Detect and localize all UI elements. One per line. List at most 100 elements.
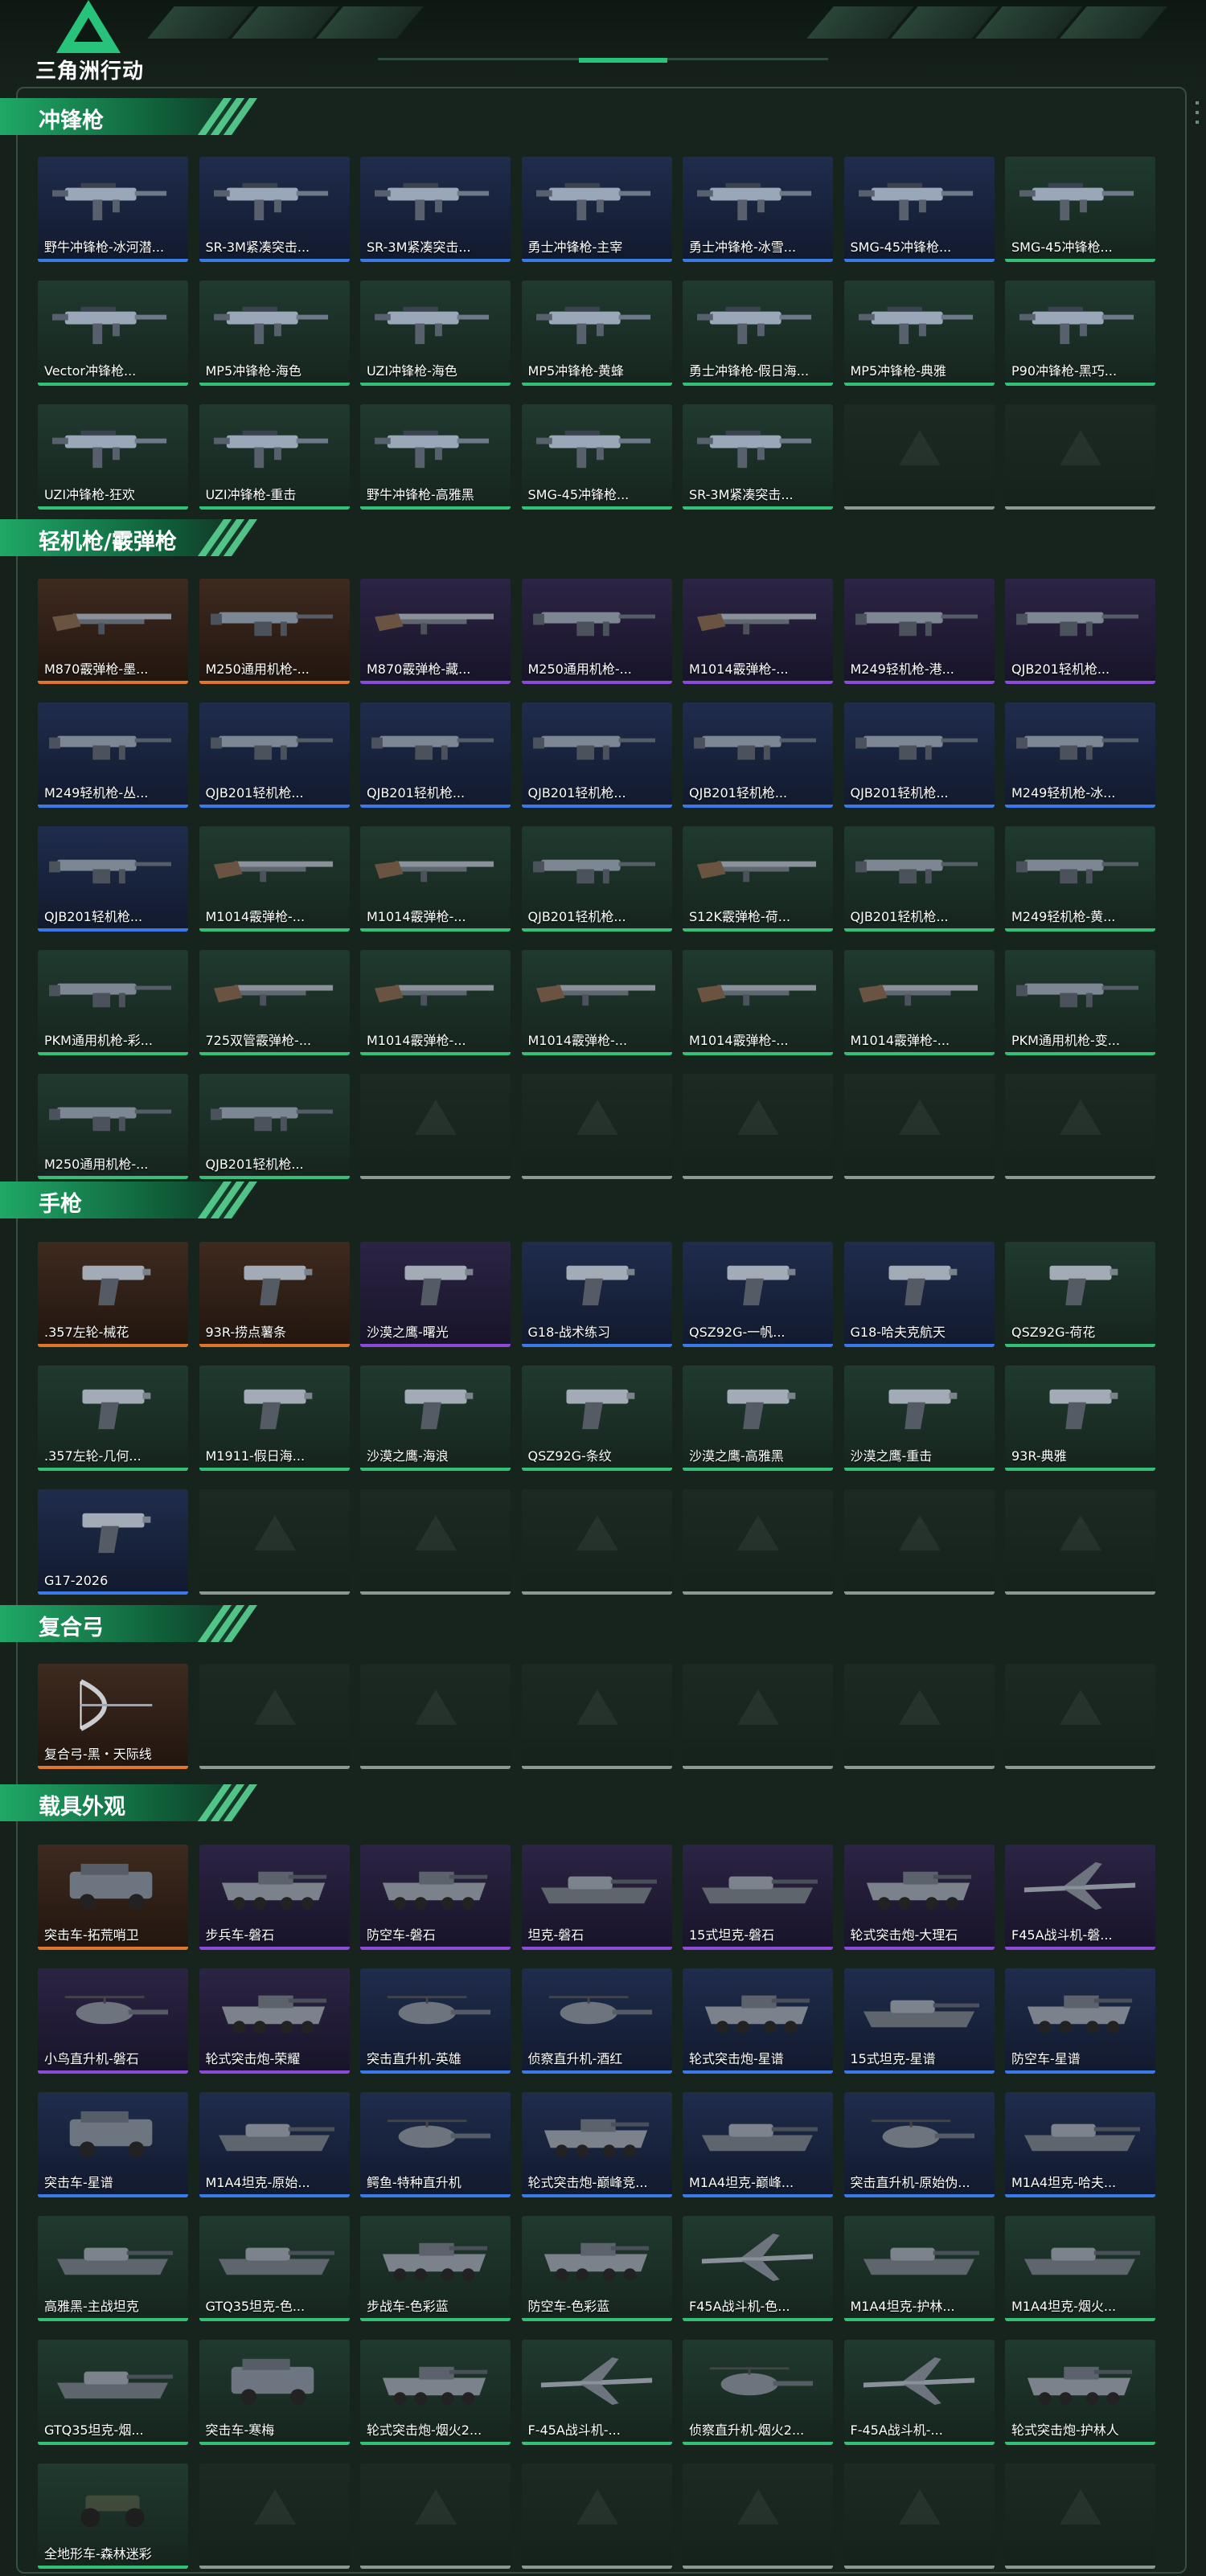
item-card[interactable]: 15式坦克-磐石 (683, 1845, 833, 1950)
item-card[interactable]: 复合弓-黑・天际线 (38, 1664, 188, 1769)
item-card[interactable]: MP5冲锋枪-典雅 (843, 281, 995, 386)
item-card[interactable]: 防空车-色彩蓝 (521, 2216, 672, 2321)
item-card[interactable]: QJB201轻机枪... (1005, 579, 1155, 684)
item-card[interactable]: SMG-45冲锋枪... (843, 157, 995, 262)
item-card[interactable]: Vector冲锋枪... (38, 281, 188, 386)
item-card[interactable]: M1014霰弹枪-... (683, 579, 833, 684)
item-card[interactable]: 小鸟直升机-磐石 (38, 1968, 188, 2074)
item-card[interactable]: F-45A战斗机-... (521, 2340, 672, 2445)
item-card[interactable]: PKM通用机枪-彩... (38, 950, 188, 1055)
item-card[interactable]: QSZ92G-荷花 (1005, 1242, 1155, 1347)
item-card[interactable]: PKM通用机枪-变... (1005, 950, 1155, 1055)
item-card[interactable]: .357左轮-械花 (38, 1242, 188, 1347)
item-card[interactable]: 沙漠之鹰-曙光 (360, 1242, 511, 1347)
item-card[interactable]: M249轻机枪-港... (843, 579, 995, 684)
item-card[interactable]: QJB201轻机枪... (683, 702, 833, 808)
item-card[interactable]: 防空车-磐石 (360, 1845, 511, 1950)
item-card[interactable]: 勇士冲锋枪-冰雪... (683, 157, 833, 262)
item-card[interactable]: F-45A战斗机-... (843, 2340, 995, 2445)
item-card[interactable]: SMG-45冲锋枪... (1005, 157, 1155, 262)
item-card[interactable]: 步兵车-磐石 (199, 1845, 350, 1950)
item-card[interactable]: QSZ92G-条纹 (521, 1366, 672, 1471)
item-card[interactable]: QJB201轻机枪... (199, 702, 350, 808)
item-card[interactable]: QJB201轻机枪... (843, 702, 995, 808)
item-card[interactable]: 侦察直升机-烟火2... (683, 2340, 833, 2445)
item-card[interactable]: GTQ35坦克-色... (199, 2216, 350, 2321)
item-card[interactable]: QJB201轻机枪... (199, 1074, 350, 1179)
item-card[interactable]: QJB201轻机枪... (521, 826, 672, 932)
item-card[interactable]: 突击车-星谱 (38, 2092, 188, 2197)
item-card[interactable]: M1014霰弹枪-... (199, 826, 350, 932)
item-card[interactable]: QJB201轻机枪... (360, 702, 511, 808)
item-card[interactable]: 鳄鱼-特种直升机 (360, 2092, 511, 2197)
item-card[interactable]: QJB201轻机枪... (843, 826, 995, 932)
item-card[interactable]: 突击车-寒梅 (199, 2340, 350, 2445)
item-card[interactable]: UZI冲锋枪-狂欢 (38, 404, 188, 510)
item-card[interactable]: 93R-典雅 (1005, 1366, 1155, 1471)
item-card[interactable]: 防空车-星谱 (1005, 1968, 1155, 2074)
item-card[interactable]: 15式坦克-星谱 (843, 1968, 995, 2074)
item-card[interactable]: 轮式突击炮-大理石 (843, 1845, 995, 1950)
item-card[interactable]: 轮式突击炮-烟火2... (360, 2340, 511, 2445)
item-card[interactable]: SR-3M紧凑突击... (683, 404, 833, 510)
item-card[interactable]: 步战车-色彩蓝 (360, 2216, 511, 2321)
item-card[interactable]: M1014霰弹枪-... (360, 950, 511, 1055)
item-card[interactable]: M249轻机枪-冰... (1005, 702, 1155, 808)
item-card[interactable]: M250通用机枪-... (199, 579, 350, 684)
item-card[interactable]: SR-3M紧凑突击... (360, 157, 511, 262)
item-card[interactable]: 野牛冲锋枪-冰河潜... (38, 157, 188, 262)
item-card[interactable]: SMG-45冲锋枪... (521, 404, 672, 510)
item-card[interactable]: G18-战术练习 (521, 1242, 672, 1347)
item-card[interactable]: 沙漠之鹰-海浪 (360, 1366, 511, 1471)
item-card[interactable]: M870霰弹枪-墨... (38, 579, 188, 684)
item-card[interactable]: MP5冲锋枪-海色 (199, 281, 350, 386)
item-card[interactable]: 坦克-磐石 (521, 1845, 672, 1950)
item-card[interactable]: P90冲锋枪-黑巧... (1005, 281, 1155, 386)
item-card[interactable]: S12K霰弹枪-荷... (683, 826, 833, 932)
item-card[interactable]: M1014霰弹枪-... (360, 826, 511, 932)
item-card[interactable]: M1A4坦克-烟火... (1005, 2216, 1155, 2321)
item-card[interactable]: 突击直升机-原始伪... (843, 2092, 995, 2197)
item-card[interactable]: MP5冲锋枪-黄蜂 (521, 281, 672, 386)
item-card[interactable]: 突击直升机-英雄 (360, 1968, 511, 2074)
item-card[interactable]: M1A4坦克-原始... (199, 2092, 350, 2197)
item-card[interactable]: 轮式突击炮-荣耀 (199, 1968, 350, 2074)
item-card[interactable]: QJB201轻机枪... (521, 702, 672, 808)
item-card[interactable]: G18-哈夫克航天 (843, 1242, 995, 1347)
item-card[interactable]: M1014霰弹枪-... (521, 950, 672, 1055)
item-card[interactable]: 93R-捞点薯条 (199, 1242, 350, 1347)
item-card[interactable]: 突击车-拓荒哨卫 (38, 1845, 188, 1950)
item-card[interactable]: F45A战斗机-磐... (1005, 1845, 1155, 1950)
item-card[interactable]: M1A4坦克-哈夫... (1005, 2092, 1155, 2197)
item-card[interactable]: M1A4坦克-巅峰... (683, 2092, 833, 2197)
item-card[interactable]: QJB201轻机枪... (38, 826, 188, 932)
item-card[interactable]: M249轻机枪-丛... (38, 702, 188, 808)
item-card[interactable]: 勇士冲锋枪-假日海... (683, 281, 833, 386)
item-card[interactable]: M1014霰弹枪-... (683, 950, 833, 1055)
item-card[interactable]: SR-3M紧凑突击... (199, 157, 350, 262)
item-card[interactable]: 全地形车-森林迷彩 (38, 2463, 188, 2569)
item-card[interactable]: M1A4坦克-护林... (843, 2216, 995, 2321)
item-card[interactable]: 侦察直升机-酒红 (521, 1968, 672, 2074)
item-card[interactable]: M249轻机枪-黄... (1005, 826, 1155, 932)
item-card[interactable]: M250通用机枪-... (38, 1074, 188, 1179)
item-card[interactable]: M1014霰弹枪-... (843, 950, 995, 1055)
item-card[interactable]: M250通用机枪-... (521, 579, 672, 684)
item-card[interactable]: 轮式突击炮-护林人 (1005, 2340, 1155, 2445)
item-card[interactable]: 725双管霰弹枪-... (199, 950, 350, 1055)
item-card[interactable]: M870霰弹枪-藏... (360, 579, 511, 684)
item-card[interactable]: QSZ92G-一帆... (683, 1242, 833, 1347)
item-card[interactable]: UZI冲锋枪-重击 (199, 404, 350, 510)
item-card[interactable]: 勇士冲锋枪-主宰 (521, 157, 672, 262)
item-card[interactable]: M1911-假日海... (199, 1366, 350, 1471)
item-card[interactable]: 沙漠之鹰-重击 (843, 1366, 995, 1471)
item-card[interactable]: 沙漠之鹰-高雅黑 (683, 1366, 833, 1471)
item-card[interactable]: 轮式突击炮-星谱 (683, 1968, 833, 2074)
item-card[interactable]: GTQ35坦克-烟... (38, 2340, 188, 2445)
item-card[interactable]: F45A战斗机-色... (683, 2216, 833, 2321)
item-card[interactable]: 轮式突击炮-巅峰竞... (521, 2092, 672, 2197)
item-card[interactable]: UZI冲锋枪-海色 (360, 281, 511, 386)
item-card[interactable]: 野牛冲锋枪-高雅黑 (360, 404, 511, 510)
item-card[interactable]: 高雅黑-主战坦克 (38, 2216, 188, 2321)
item-card[interactable]: .357左轮-几何... (38, 1366, 188, 1471)
